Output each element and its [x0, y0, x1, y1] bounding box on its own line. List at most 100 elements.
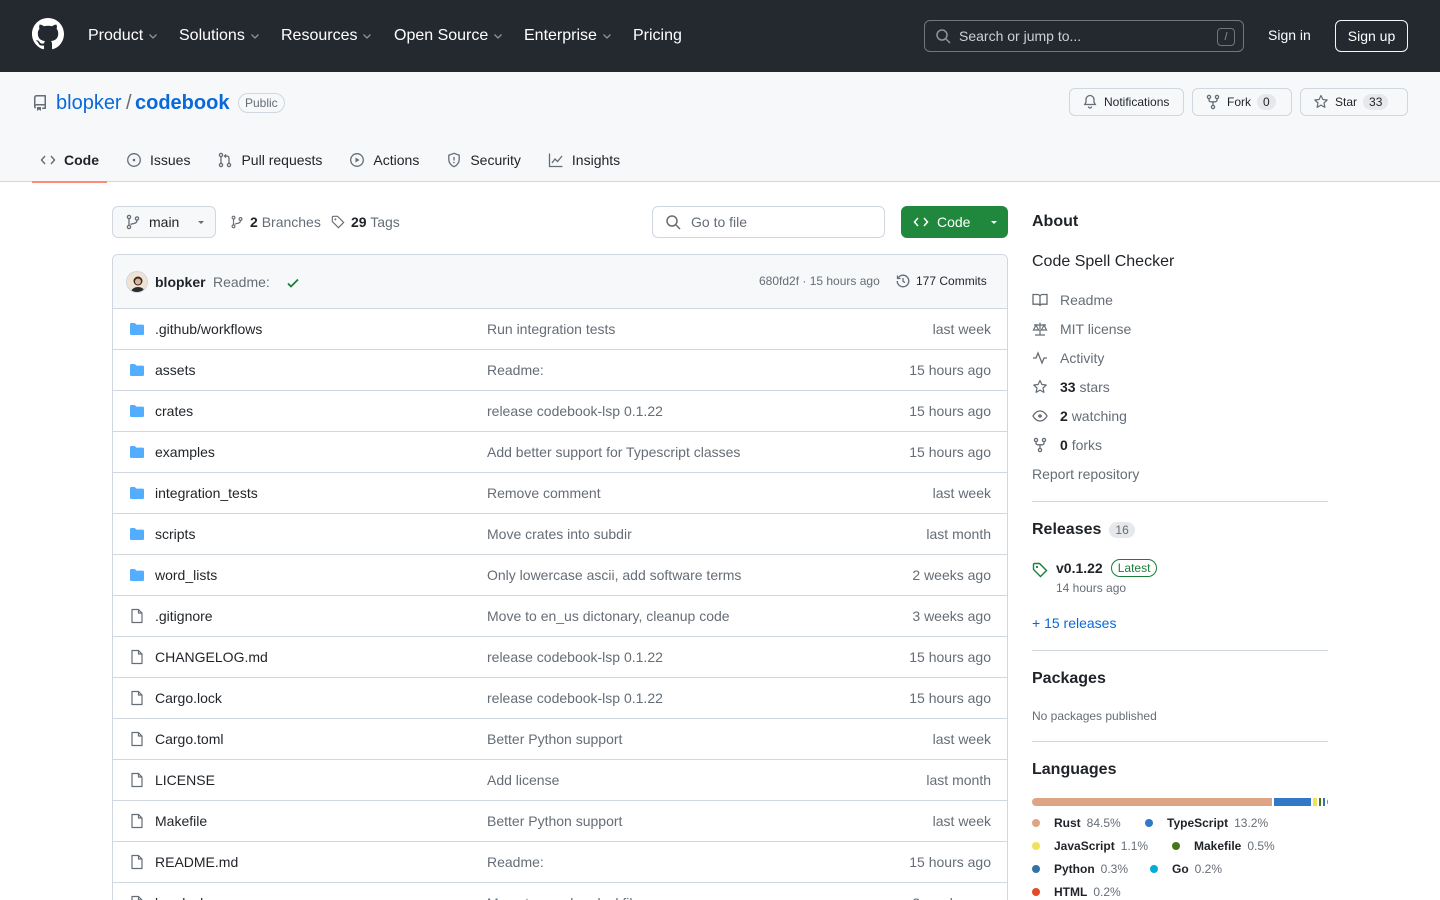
file-commit-message-link[interactable]: Move to new bun lockfile	[487, 895, 640, 900]
tab-code[interactable]: Code	[32, 138, 107, 183]
language-item[interactable]: Python 0.3%	[1032, 862, 1128, 876]
sign-in-link[interactable]: Sign in	[1268, 27, 1311, 43]
file-row[interactable]: Cargo.lock release codebook-lsp 0.1.22 15 …	[113, 678, 1007, 719]
file-commit-message-link[interactable]: Better Python support	[487, 731, 622, 747]
file-row[interactable]: assets Readme: 15 hours ago	[113, 350, 1007, 391]
tags-link[interactable]: 29 Tags	[331, 214, 400, 230]
file-row[interactable]: .gitignore Move to en_us dictonary, clean…	[113, 596, 1007, 637]
file-commit-message-link[interactable]: Remove comment	[487, 485, 601, 501]
commit-hash-time[interactable]: 680fd2f · 15 hours ago	[759, 274, 880, 288]
global-search-input[interactable]: Search or jump to... /	[924, 20, 1244, 52]
branches-link[interactable]: 2 Branches	[230, 214, 321, 230]
file-name-link[interactable]: crates	[155, 403, 193, 419]
branch-selector[interactable]: main	[112, 206, 216, 238]
tab-issues[interactable]: Issues	[118, 138, 198, 182]
file-name-link[interactable]: .github/workflows	[155, 321, 262, 337]
file-name-link[interactable]: bun.lock	[155, 895, 207, 900]
file-name-link[interactable]: examples	[155, 444, 215, 460]
language-item[interactable]: JavaScript 1.1%	[1032, 839, 1148, 853]
code-dropdown-button[interactable]: Code	[901, 206, 1008, 238]
repo-owner-link[interactable]: blopker	[56, 92, 122, 115]
file-name-link[interactable]: scripts	[155, 526, 195, 542]
commits-history-link[interactable]: 177 Commits	[895, 273, 987, 289]
fork-button[interactable]: Fork 0	[1192, 88, 1292, 116]
file-commit-message-link[interactable]: Move to en_us dictonary, cleanup code	[487, 608, 730, 624]
file-row[interactable]: Cargo.toml Better Python support last week	[113, 719, 1007, 760]
file-name-link[interactable]: assets	[155, 362, 195, 378]
file-commit-message-link[interactable]: Add better support for Typescript classe…	[487, 444, 740, 460]
file-commit-message-link[interactable]: Add license	[487, 772, 559, 788]
language-item[interactable]: Rust 84.5%	[1032, 816, 1121, 830]
check-icon[interactable]	[285, 275, 301, 291]
author-avatar[interactable]	[126, 271, 148, 293]
star-button[interactable]: Star 33	[1300, 88, 1408, 116]
file-name-link[interactable]: .gitignore	[155, 608, 213, 624]
file-row[interactable]: bun.lock Move to new bun lockfile 2 weeks …	[113, 883, 1007, 900]
file-row[interactable]: word_lists Only lowercase ascii, add soft…	[113, 555, 1007, 596]
forks-link[interactable]: 0 forks	[1032, 435, 1102, 455]
file-commit-message-link[interactable]: Only lowercase ascii, add software terms	[487, 567, 741, 583]
packages-heading[interactable]: Packages	[1032, 670, 1106, 688]
nav-pricing[interactable]: Pricing	[633, 24, 682, 48]
file-row[interactable]: README.md Readme: 15 hours ago	[113, 842, 1007, 883]
sign-up-button[interactable]: Sign up	[1335, 20, 1408, 52]
commit-author-link[interactable]: blopker	[155, 274, 206, 290]
file-commit-message-link[interactable]: Better Python support	[487, 813, 622, 829]
stars-link[interactable]: 33 stars	[1032, 377, 1110, 397]
file-name-link[interactable]: Cargo.lock	[155, 690, 222, 706]
nav-product[interactable]: Product	[88, 24, 159, 48]
more-releases-link[interactable]: + 15 releases	[1032, 615, 1116, 631]
file-icon	[131, 854, 143, 870]
github-logo-icon[interactable]	[32, 18, 64, 50]
tab-security[interactable]: Security	[438, 138, 529, 182]
language-item[interactable]: Makefile 0.5%	[1172, 839, 1275, 853]
repo-name-link[interactable]: codebook	[135, 92, 229, 115]
activity-link[interactable]: Activity	[1032, 348, 1104, 368]
file-row[interactable]: LICENSE Add license last month	[113, 760, 1007, 801]
file-commit-message-link[interactable]: Move crates into subdir	[487, 526, 632, 542]
notifications-button[interactable]: Notifications	[1069, 88, 1184, 116]
file-row[interactable]: examples Add better support for Typescrip…	[113, 432, 1007, 473]
file-icon	[131, 813, 143, 829]
file-commit-message-link[interactable]: release codebook-lsp 0.1.22	[487, 690, 663, 706]
file-name-link[interactable]: Makefile	[155, 813, 207, 829]
nav-solutions[interactable]: Solutions	[179, 24, 261, 48]
language-bar-segment	[1313, 798, 1317, 806]
file-row[interactable]: CHANGELOG.md release codebook-lsp 0.1.22 1…	[113, 637, 1007, 678]
commit-message-link[interactable]: Readme:	[213, 274, 270, 290]
file-row[interactable]: crates release codebook-lsp 0.1.22 15 hour…	[113, 391, 1007, 432]
watching-link[interactable]: 2 watching	[1032, 406, 1127, 426]
file-name-link[interactable]: integration_tests	[155, 485, 258, 501]
file-row[interactable]: Makefile Better Python support last week	[113, 801, 1007, 842]
tab-insights[interactable]: Insights	[540, 138, 628, 182]
language-item[interactable]: HTML 0.2%	[1032, 885, 1121, 899]
file-name-link[interactable]: README.md	[155, 854, 238, 870]
license-link[interactable]: MIT license	[1032, 319, 1131, 339]
report-repository-link[interactable]: Report repository	[1032, 464, 1139, 484]
language-item[interactable]: Go 0.2%	[1150, 862, 1222, 876]
file-row[interactable]: scripts Move crates into subdir last month	[113, 514, 1007, 555]
file-row[interactable]: .github/workflows Run integration tests la…	[113, 309, 1007, 350]
file-commit-date: 15 hours ago	[909, 690, 991, 706]
file-commit-message-link[interactable]: release codebook-lsp 0.1.22	[487, 649, 663, 665]
nav-open-source[interactable]: Open Source	[394, 24, 504, 48]
tab-pull-requests[interactable]: Pull requests	[209, 138, 330, 182]
file-commit-message-link[interactable]: Readme:	[487, 362, 544, 378]
go-to-file-input[interactable]: Go to file	[652, 206, 885, 238]
readme-link[interactable]: Readme	[1032, 290, 1113, 310]
nav-enterprise[interactable]: Enterprise	[524, 24, 613, 48]
file-name-link[interactable]: LICENSE	[155, 772, 215, 788]
file-commit-message-link[interactable]: Run integration tests	[487, 321, 615, 337]
star-icon	[1314, 94, 1328, 108]
file-commit-message-link[interactable]: release codebook-lsp 0.1.22	[487, 403, 663, 419]
nav-resources[interactable]: Resources	[281, 24, 373, 48]
releases-heading-link[interactable]: Releases 16	[1032, 520, 1135, 540]
file-commit-message-link[interactable]: Readme:	[487, 854, 544, 870]
latest-release-link[interactable]: v0.1.22 Latest	[1056, 558, 1158, 578]
language-item[interactable]: TypeScript 13.2%	[1145, 816, 1268, 830]
file-row[interactable]: integration_tests Remove comment last week	[113, 473, 1007, 514]
file-name-link[interactable]: word_lists	[155, 567, 217, 583]
file-name-link[interactable]: Cargo.toml	[155, 731, 223, 747]
tab-actions[interactable]: Actions	[341, 138, 427, 182]
file-name-link[interactable]: CHANGELOG.md	[155, 649, 268, 665]
